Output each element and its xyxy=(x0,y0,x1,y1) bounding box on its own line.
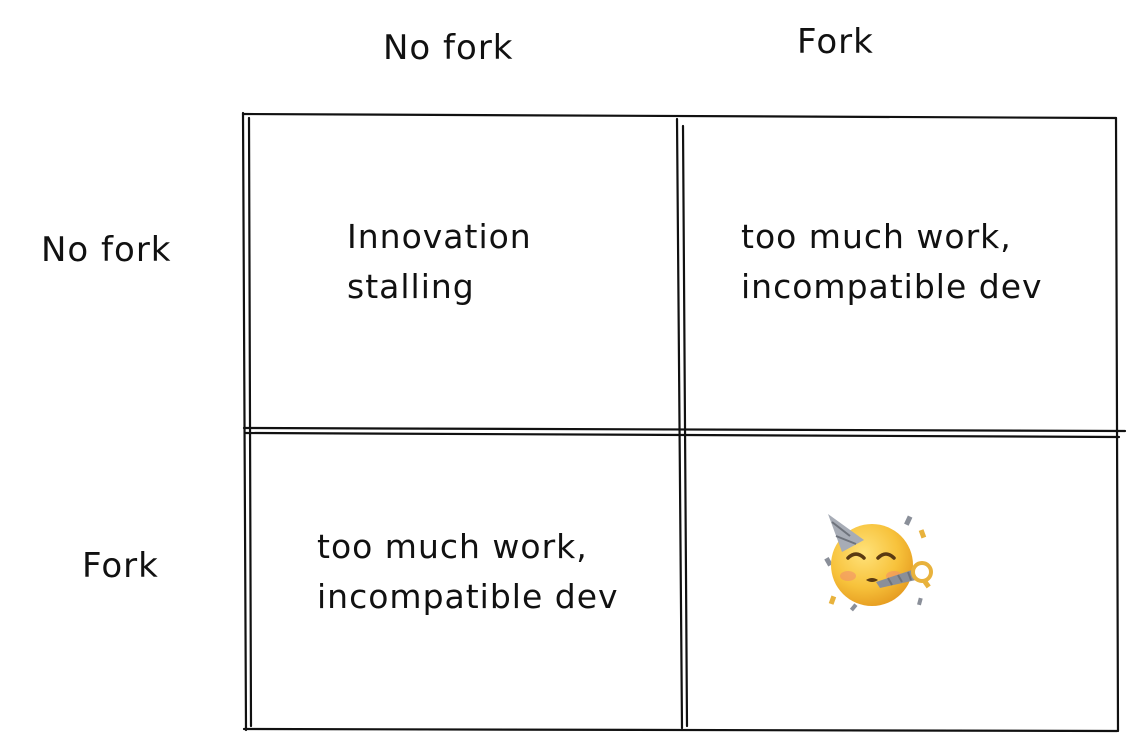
cell-no-fork-fork: too much work, incompatible dev xyxy=(741,212,1043,312)
grid-right-border xyxy=(1114,116,1120,733)
grid-center-vertical xyxy=(675,117,684,730)
cell-line: stalling xyxy=(347,267,475,306)
cell-line: Innovation xyxy=(347,217,532,256)
grid-bottom-border xyxy=(242,727,1119,733)
cell-no-fork-no-fork: Innovation stalling xyxy=(347,212,532,312)
partying-face-icon xyxy=(824,514,933,612)
cell-line: incompatible dev xyxy=(741,267,1043,306)
grid-center-horizontal xyxy=(242,426,1127,433)
grid-center-horizontal-double xyxy=(244,431,1121,439)
grid-top-border xyxy=(241,112,1118,120)
grid-left-border xyxy=(241,111,248,732)
cell-fork-fork xyxy=(822,510,942,620)
grid-left-border-double xyxy=(247,116,253,728)
cell-line: incompatible dev xyxy=(317,577,619,616)
grid-center-vertical-double xyxy=(681,124,689,728)
cell-line: too much work, xyxy=(317,527,588,566)
matrix-grid xyxy=(241,111,1127,733)
cell-fork-no-fork: too much work, incompatible dev xyxy=(317,522,619,622)
cell-line: too much work, xyxy=(741,217,1012,256)
